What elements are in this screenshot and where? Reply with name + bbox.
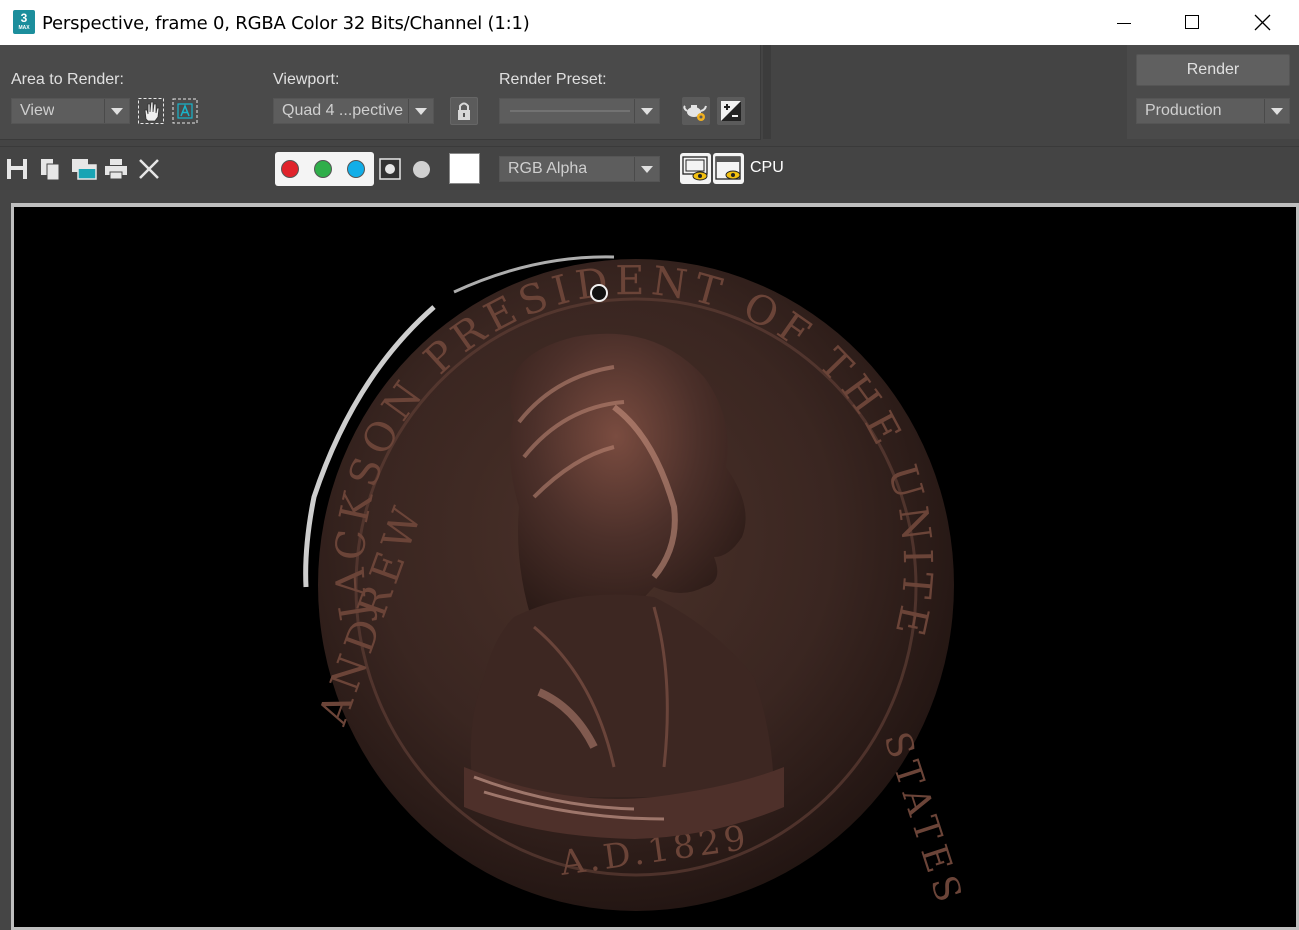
coin-inscription-right: STATES — [875, 727, 970, 912]
minimize-icon — [1117, 23, 1131, 24]
chevron-down-icon — [634, 157, 659, 181]
maximize-icon — [1185, 15, 1199, 29]
title-bar: 3 MAX Perspective, frame 0, RGBA Color 3… — [0, 0, 1299, 45]
minimize-button[interactable] — [1089, 0, 1159, 45]
display-toggle-button[interactable] — [680, 153, 711, 184]
viewport-dropdown[interactable]: Quad 4 ...pective — [273, 98, 434, 124]
environment-effects-button[interactable] — [717, 97, 745, 125]
area-to-render-dropdown[interactable]: View — [11, 98, 130, 124]
production-dropdown[interactable]: Production — [1136, 98, 1290, 124]
render-setup-panel — [0, 45, 761, 140]
render-button[interactable]: Render — [1136, 54, 1290, 86]
lock-viewport-button[interactable] — [450, 97, 478, 125]
close-button[interactable] — [1228, 0, 1298, 45]
teapot-gear-icon — [683, 105, 707, 121]
pan-hand-icon — [138, 98, 164, 124]
copy-image-button[interactable] — [38, 157, 64, 183]
app-icon-sub: MAX — [18, 25, 30, 31]
channel-display-value: RGB Alpha — [508, 160, 588, 177]
app-icon: 3 MAX — [13, 10, 35, 34]
blue-channel-toggle[interactable] — [347, 160, 365, 178]
area-to-render-value: View — [20, 102, 55, 119]
green-channel-toggle[interactable] — [314, 160, 332, 178]
chevron-down-icon — [408, 99, 433, 123]
display-eye-icon — [682, 156, 708, 181]
renderer-label: CPU — [750, 159, 784, 176]
clear-image-button[interactable] — [137, 157, 163, 183]
lock-icon — [458, 102, 470, 120]
alpha-channel-toggle[interactable] — [378, 157, 402, 181]
coin-render: JACKSON PRESIDENT OF THE UNITED ANDREW S… — [14, 207, 971, 913]
frame-window-toggle-button[interactable] — [713, 153, 744, 184]
window-title: Perspective, frame 0, RGBA Color 32 Bits… — [42, 13, 530, 34]
coin-hole — [590, 284, 608, 302]
window-eye-icon — [715, 156, 741, 180]
clone-frame-button[interactable] — [71, 157, 97, 183]
red-channel-toggle[interactable] — [281, 160, 299, 178]
copy-icon — [41, 159, 60, 181]
auto-region-button[interactable] — [171, 97, 199, 125]
render-preset-dropdown[interactable] — [499, 98, 660, 124]
close-icon — [139, 159, 159, 179]
render-setup-button[interactable] — [682, 97, 710, 125]
alpha-icon — [379, 158, 401, 180]
printer-icon — [105, 159, 127, 180]
app-icon-number: 3 — [20, 11, 28, 25]
save-image-button[interactable] — [5, 157, 31, 183]
save-icon — [7, 159, 27, 179]
render-preset-label: Render Preset: — [499, 71, 607, 88]
channel-display-dropdown[interactable]: RGB Alpha — [499, 156, 660, 182]
chevron-down-icon — [634, 99, 659, 123]
monochrome-toggle[interactable] — [413, 161, 430, 178]
exposure-icon — [721, 101, 741, 121]
viewport-value: Quad 4 ...pective — [282, 102, 403, 119]
preset-line — [510, 110, 630, 112]
maximize-button[interactable] — [1158, 0, 1228, 45]
production-value: Production — [1145, 102, 1222, 119]
clone-window-icon — [72, 159, 97, 180]
edit-region-button[interactable] — [137, 97, 165, 125]
viewport-label: Viewport: — [273, 71, 340, 88]
rendered-image[interactable]: JACKSON PRESIDENT OF THE UNITED ANDREW S… — [14, 207, 1296, 927]
area-to-render-label: Area to Render: — [11, 71, 124, 88]
color-swatch[interactable] — [449, 153, 480, 184]
close-icon — [1254, 14, 1271, 31]
auto-region-icon — [172, 98, 198, 124]
chevron-down-icon — [1264, 99, 1289, 123]
print-image-button[interactable] — [104, 157, 130, 183]
chevron-down-icon — [104, 99, 129, 123]
panel-divider — [763, 45, 771, 139]
